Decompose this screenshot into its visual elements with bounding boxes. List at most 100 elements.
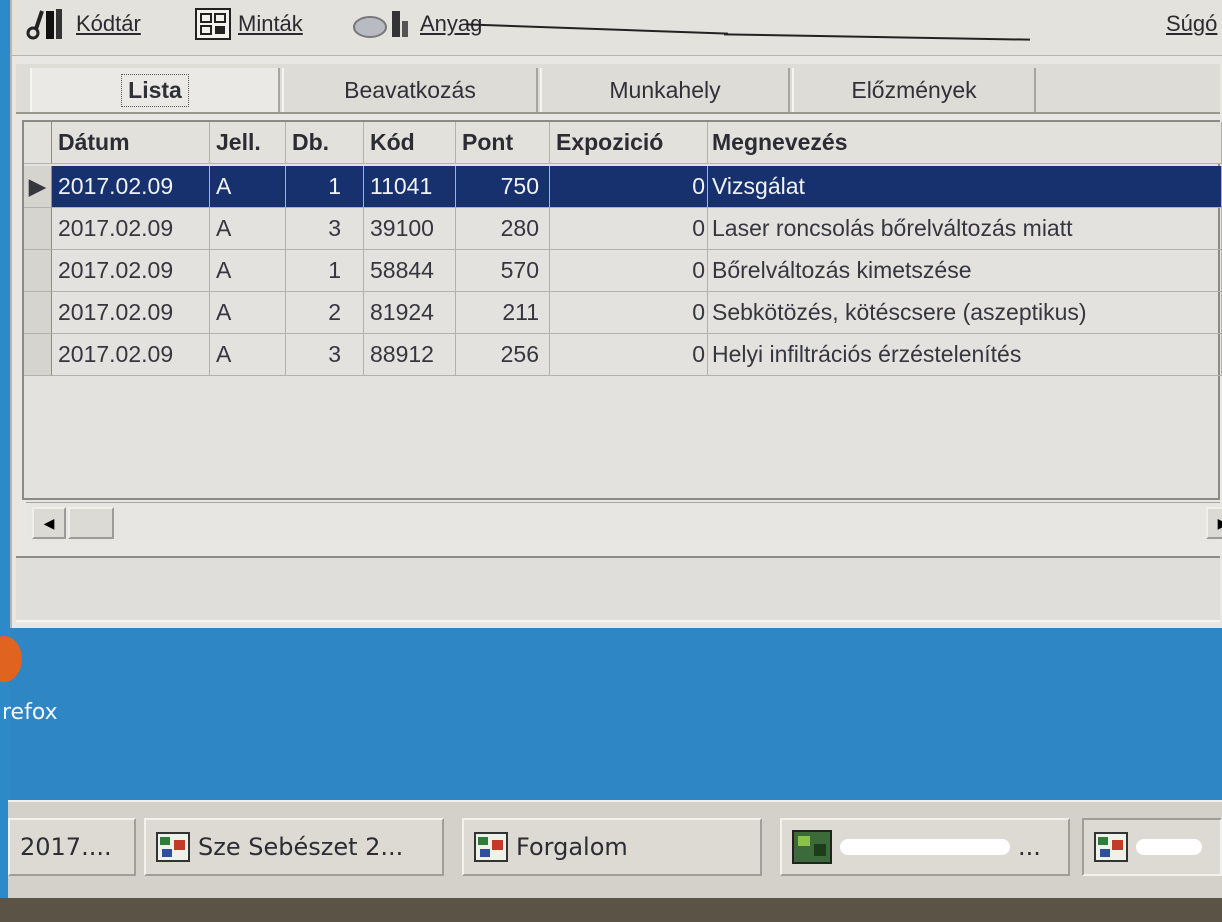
cell-megnevezes[interactable]: Sebkötözés, kötéscsere (aszeptikus) xyxy=(708,292,1222,334)
cell-datum[interactable]: 2017.02.09 xyxy=(52,250,210,292)
tab-beavatkozas-label: Beavatkozás xyxy=(344,76,476,103)
cell-db[interactable]: 1 xyxy=(286,166,364,208)
taskbar-item-2017[interactable]: 2017.... xyxy=(8,818,136,876)
column-header-expozicio[interactable]: Expozició xyxy=(550,122,708,164)
cell-pont[interactable]: 750 xyxy=(456,166,550,208)
cell-kod[interactable]: 88912 xyxy=(364,334,456,376)
material-icon xyxy=(352,7,414,41)
cell-megnevezes[interactable]: Laser roncsolás bőrelváltozás miatt xyxy=(708,208,1222,250)
row-pointer[interactable] xyxy=(24,250,52,292)
tab-munkahely-label: Munkahely xyxy=(609,76,721,103)
cell-datum[interactable]: 2017.02.09 xyxy=(52,292,210,334)
cell-db[interactable]: 3 xyxy=(286,208,364,250)
cell-expozicio[interactable]: 0 xyxy=(550,208,708,250)
app-window: Kódtár Minták Anyag Súgó Lista Beavatkoz… xyxy=(10,0,1222,628)
taskbar-item-label: Forgalom xyxy=(516,833,628,861)
tab-lista[interactable]: Lista xyxy=(30,68,280,112)
cell-datum[interactable]: 2017.02.09 xyxy=(52,334,210,376)
menu-kodtar[interactable]: Kódtár xyxy=(26,6,141,42)
app-window-icon xyxy=(156,832,190,862)
cell-pont[interactable]: 211 xyxy=(456,292,550,334)
column-header-kod[interactable]: Kód xyxy=(364,122,456,164)
column-header-megnevezes[interactable]: Megnevezés xyxy=(708,122,1222,164)
scissors-tools-icon xyxy=(26,7,70,41)
menu-anyag[interactable]: Anyag xyxy=(352,6,482,42)
redaction-mark xyxy=(1136,839,1202,855)
taskbar-item-label: ... xyxy=(1018,833,1041,861)
column-header-jell[interactable]: Jell. xyxy=(210,122,286,164)
cell-pont[interactable]: 256 xyxy=(456,334,550,376)
table-row[interactable]: 2017.02.09 A 2 81924 211 0 Sebkötözés, k… xyxy=(24,292,1222,334)
firefox-icon[interactable] xyxy=(0,636,22,682)
cell-db[interactable]: 1 xyxy=(286,250,364,292)
status-bar xyxy=(16,556,1220,622)
row-pointer[interactable]: ▶ xyxy=(24,166,52,208)
row-pointer[interactable] xyxy=(24,208,52,250)
menu-help-label: Súgó xyxy=(1166,11,1218,36)
cell-jell[interactable]: A xyxy=(210,292,286,334)
column-header-pont[interactable]: Pont xyxy=(456,122,550,164)
cell-expozicio[interactable]: 0 xyxy=(550,334,708,376)
cell-megnevezes[interactable]: Helyi infiltrációs érzéstelenítés xyxy=(708,334,1222,376)
taskbar-item-sebeszet[interactable]: Sze Sebészet 2... xyxy=(144,818,444,876)
tab-lista-label: Lista xyxy=(121,73,189,107)
cell-megnevezes[interactable]: Bőrelváltozás kimetszése xyxy=(708,250,1222,292)
column-header-db[interactable]: Db. xyxy=(286,122,364,164)
tab-munkahely[interactable]: Munkahely xyxy=(540,68,790,112)
grid-header: Dátum Jell. Db. Kód Pont Expozició Megne… xyxy=(24,122,1222,164)
cell-jell[interactable]: A xyxy=(210,166,286,208)
table-row[interactable]: 2017.02.09 A 3 88912 256 0 Helyi infiltr… xyxy=(24,334,1222,376)
cell-datum[interactable]: 2017.02.09 xyxy=(52,166,210,208)
taskbar-item-forgalom[interactable]: Forgalom xyxy=(462,818,762,876)
column-header-datum[interactable]: Dátum xyxy=(52,122,210,164)
table-row[interactable]: 2017.02.09 A 1 58844 570 0 Bőrelváltozás… xyxy=(24,250,1222,292)
cell-megnevezes[interactable]: Vizsgálat xyxy=(708,166,1222,208)
table-row[interactable]: ▶ 2017.02.09 A 1 11041 750 0 Vizsgálat xyxy=(24,166,1222,208)
cell-expozicio[interactable]: 0 xyxy=(550,292,708,334)
cell-db[interactable]: 3 xyxy=(286,334,364,376)
taskbar-item-label: 2017.... xyxy=(20,833,112,861)
current-row-arrow-icon: ▶ xyxy=(28,173,47,199)
row-pointer[interactable] xyxy=(24,334,52,376)
cell-jell[interactable]: A xyxy=(210,334,286,376)
cell-expozicio[interactable]: 0 xyxy=(550,250,708,292)
cell-pont[interactable]: 280 xyxy=(456,208,550,250)
scroll-thumb[interactable] xyxy=(68,507,114,539)
menu-help[interactable]: Súgó xyxy=(1166,6,1217,42)
cell-kod[interactable]: 58844 xyxy=(364,250,456,292)
redaction-mark xyxy=(840,839,1010,855)
desktop-left-edge xyxy=(0,0,10,922)
table-row[interactable]: 2017.02.09 A 3 39100 280 0 Laser roncsol… xyxy=(24,208,1222,250)
horizontal-scrollbar[interactable]: ◀ ▶ xyxy=(26,502,1222,542)
cell-jell[interactable]: A xyxy=(210,250,286,292)
cell-kod[interactable]: 81924 xyxy=(364,292,456,334)
cell-expozicio[interactable]: 0 xyxy=(550,166,708,208)
cell-jell[interactable]: A xyxy=(210,208,286,250)
tab-elozmenyek[interactable]: Előzmények xyxy=(792,68,1036,112)
taskbar-item-redacted[interactable]: ... xyxy=(780,818,1070,876)
menu-mintak-label: Minták xyxy=(238,11,303,36)
cell-pont[interactable]: 570 xyxy=(456,250,550,292)
tab-beavatkozas[interactable]: Beavatkozás xyxy=(282,68,538,112)
cell-kod[interactable]: 11041 xyxy=(364,166,456,208)
cell-datum[interactable]: 2017.02.09 xyxy=(52,208,210,250)
cell-db[interactable]: 2 xyxy=(286,292,364,334)
cell-kod[interactable]: 39100 xyxy=(364,208,456,250)
desktop-icon-label[interactable]: refox xyxy=(2,700,58,725)
menu-mintak[interactable]: Minták xyxy=(194,6,303,42)
row-pointer[interactable] xyxy=(24,292,52,334)
taskbar: 2017.... Sze Sebészet 2... Forgalom ... xyxy=(8,800,1222,898)
tab-elozmenyek-label: Előzmények xyxy=(851,76,977,103)
menu-kodtar-label: Kódtár xyxy=(76,11,141,36)
app-window-icon xyxy=(792,830,832,864)
taskbar-item-redacted-active[interactable] xyxy=(1082,818,1222,876)
arrow-right-icon: ▶ xyxy=(1218,515,1222,532)
menubar: Kódtár Minták Anyag Súgó xyxy=(12,0,1222,56)
scroll-right-button[interactable]: ▶ xyxy=(1206,507,1222,539)
tab-bar: Lista Beavatkozás Munkahely Előzmények xyxy=(16,64,1220,114)
templates-icon xyxy=(194,7,232,41)
header-indicator xyxy=(24,122,52,164)
scroll-left-button[interactable]: ◀ xyxy=(32,507,66,539)
app-window-icon xyxy=(474,832,508,862)
procedures-grid: Dátum Jell. Db. Kód Pont Expozició Megne… xyxy=(22,120,1222,500)
